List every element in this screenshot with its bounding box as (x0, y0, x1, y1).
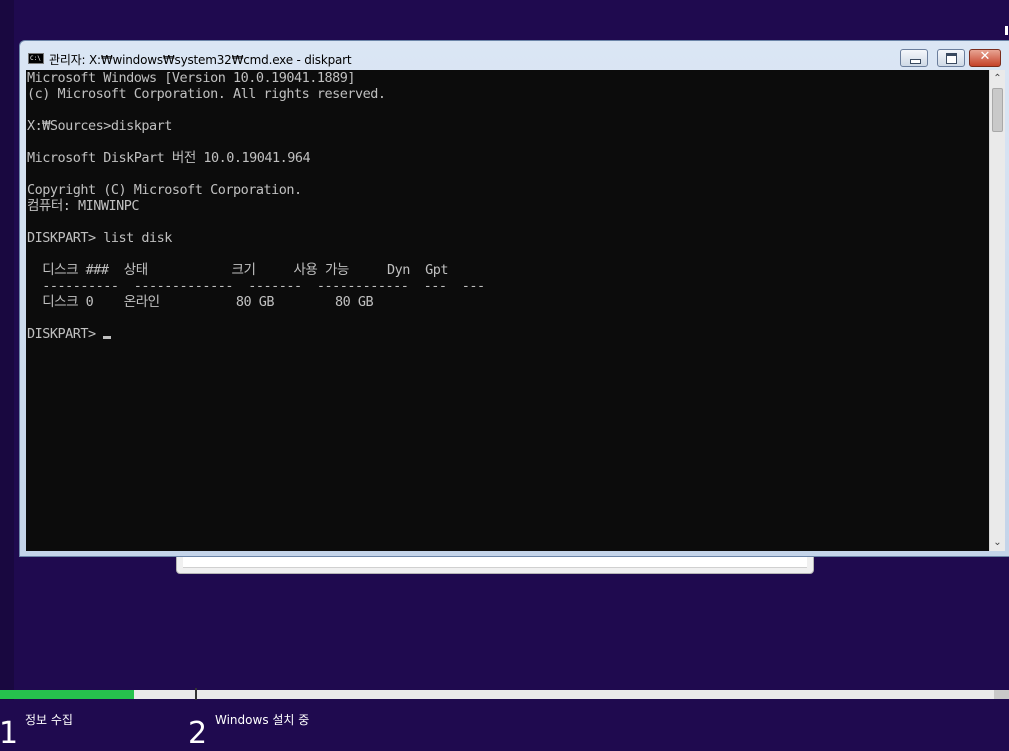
close-button[interactable]: ✕ (969, 49, 1001, 67)
cmd-window[interactable]: C:\ 관리자: X:₩windows₩system32₩cmd.exe - d… (19, 40, 1009, 557)
progress-fill (0, 690, 134, 699)
console-line: 컴퓨터: MINWINPC (27, 198, 140, 214)
scroll-down-icon[interactable]: ⌄ (990, 534, 1005, 551)
console-output[interactable]: Microsoft Windows [Version 10.0.19041.18… (26, 70, 989, 551)
scroll-up-icon[interactable]: ⌃ (990, 70, 1005, 87)
setup-background: C:\ 관리자: X:₩windows₩system32₩cmd.exe - d… (0, 0, 1009, 751)
left-edge-strip (0, 0, 14, 700)
step-1-number: 1 (0, 716, 19, 751)
cmd-icon[interactable]: C:\ (28, 53, 44, 64)
vertical-scrollbar[interactable]: ⌃ ⌄ (989, 70, 1005, 551)
console-line: 디스크 ### 상태 크기 사용 가능 Dyn Gpt (27, 262, 448, 278)
console-line: Copyright (C) Microsoft Corporation. (27, 182, 302, 198)
window-title: 관리자: X:₩windows₩system32₩cmd.exe - diskp… (49, 53, 352, 67)
close-icon: ✕ (979, 49, 991, 64)
console-line: X:₩Sources>diskpart (27, 118, 172, 134)
text-cursor (103, 336, 112, 339)
console-line: ---------- ------------- ------- -------… (27, 278, 485, 294)
minimize-button[interactable] (900, 49, 928, 67)
title-bar[interactable]: C:\ 관리자: X:₩windows₩system32₩cmd.exe - d… (20, 41, 1009, 71)
console-text: Microsoft Windows [Version 10.0.19041.18… (26, 70, 989, 342)
scroll-thumb[interactable] (992, 88, 1003, 132)
console-prompt-line[interactable]: DISKPART> (27, 326, 989, 342)
step-2-label: Windows 설치 중 (215, 713, 310, 727)
step-divider (195, 688, 197, 700)
maximize-button[interactable] (937, 49, 965, 67)
console-line: 디스크 0 온라인 80 GB 80 GB (27, 294, 374, 310)
step-2-number: 2 (188, 716, 208, 751)
console-line: Microsoft DiskPart 버전 10.0.19041.964 (27, 150, 311, 166)
console-line: Microsoft Windows [Version 10.0.19041.18… (27, 70, 356, 86)
edge-mark (1005, 26, 1008, 35)
console-prompt: DISKPART> (27, 326, 104, 342)
console-line: (c) Microsoft Corporation. All rights re… (27, 86, 386, 102)
console-line: DISKPART> list disk (27, 230, 172, 246)
step-1-label: 정보 수집 (25, 713, 73, 727)
setup-progress-bar (0, 690, 994, 699)
progress-end-segment (994, 690, 1009, 699)
